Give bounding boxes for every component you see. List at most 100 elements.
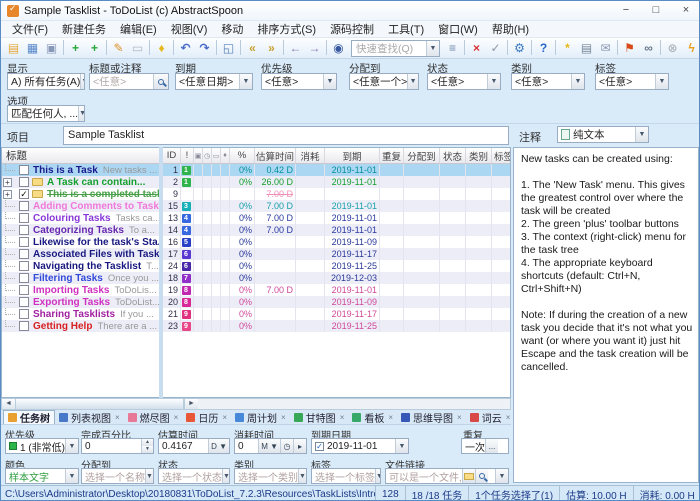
- tab-close-icon[interactable]: ×: [457, 413, 462, 422]
- menu-item-源码控制[interactable]: 源码控制: [323, 20, 381, 38]
- clock-icon[interactable]: ◷: [203, 148, 212, 163]
- spinner[interactable]: ▲▼: [141, 439, 153, 453]
- recurrence-field[interactable]: 一次...: [461, 438, 509, 454]
- tab-close-icon[interactable]: ×: [222, 413, 227, 422]
- col-assigned[interactable]: 分配到: [404, 148, 440, 163]
- help-icon[interactable]: ?: [534, 40, 553, 57]
- task-tree-row[interactable]: +✓This is a completed taskA...: [2, 188, 159, 200]
- task-grid-row[interactable]: 2390%2019-11-25: [163, 320, 510, 332]
- back-icon[interactable]: ←: [286, 40, 305, 57]
- task-grid-row[interactable]: 1440%7.00 D2019-11-01: [163, 224, 510, 236]
- maximize-button[interactable]: □: [641, 1, 671, 20]
- reminder-icon[interactable]: ♦: [152, 40, 171, 57]
- redo-icon[interactable]: ↷: [195, 40, 214, 57]
- col-category[interactable]: 类别: [466, 148, 492, 163]
- menu-item-文件(F)[interactable]: 文件(F): [5, 20, 55, 38]
- task-tree-row[interactable]: Importing TasksToDoLis...: [2, 284, 159, 296]
- task-checkbox[interactable]: [19, 165, 29, 175]
- bell-icon[interactable]: ♦: [221, 148, 230, 163]
- col-spent[interactable]: 消耗: [296, 148, 325, 163]
- filter-title-input[interactable]: <任意>: [89, 73, 169, 90]
- edit-task-icon[interactable]: ✎: [109, 40, 128, 57]
- col-estimate[interactable]: 估算时间: [255, 148, 296, 163]
- task-tree-row[interactable]: Filtering TasksOnce you ...: [2, 272, 159, 284]
- analyze-icon[interactable]: ≡: [443, 40, 462, 57]
- task-grid-row[interactable]: 210%26.00 D2019-11-01: [163, 176, 510, 188]
- tab-close-icon[interactable]: ×: [115, 413, 120, 422]
- menu-item-帮助(H)[interactable]: 帮助(H): [485, 20, 536, 38]
- scroll-right-icon[interactable]: ►: [184, 399, 198, 409]
- tab-日历[interactable]: 日历×: [182, 410, 231, 424]
- color-field[interactable]: 样本文字▼: [5, 468, 79, 484]
- menu-item-窗口(W)[interactable]: 窗口(W): [431, 20, 485, 38]
- task-grid-row[interactable]: 1650%2019-11-09: [163, 236, 510, 248]
- col-priority[interactable]: !: [181, 148, 194, 163]
- tab-燃尽图[interactable]: 燃尽图×: [124, 410, 183, 424]
- prev-tasklist-icon[interactable]: «: [243, 40, 262, 57]
- tag-field[interactable]: 选择一个标签▼: [311, 468, 381, 484]
- priority-field[interactable]: 1 (非常低)▼: [5, 438, 79, 454]
- checkbox-checked-icon[interactable]: ✓: [315, 442, 324, 451]
- save-all-icon[interactable]: ▣: [42, 40, 61, 57]
- task-checkbox[interactable]: [19, 237, 29, 247]
- task-grid-row[interactable]: 1530%7.00 D2019-11-01: [163, 200, 510, 212]
- status-field[interactable]: 选择一个状态▼: [158, 468, 230, 484]
- tab-周计划[interactable]: 周计划×: [231, 410, 290, 424]
- filter-tag-combo[interactable]: <任意>▼: [595, 73, 669, 90]
- tab-任务树[interactable]: 任务树: [3, 410, 55, 424]
- task-tree-row[interactable]: Adding Comments to Tasks: [2, 200, 159, 212]
- filter-show-combo[interactable]: A) 所有任务(A)▼: [7, 73, 85, 90]
- task-tree-row[interactable]: Navigating the TasklistT...: [2, 260, 159, 272]
- menu-item-排序方式(S)[interactable]: 排序方式(S): [250, 20, 323, 38]
- task-tree-row[interactable]: Likewise for the task's Sta...: [2, 236, 159, 248]
- task-grid-row[interactable]: 1980%7.00 D2019-11-01: [163, 284, 510, 296]
- task-tree-row[interactable]: Associated Files with Tasks: [2, 248, 159, 260]
- tab-看板[interactable]: 看板×: [348, 410, 397, 424]
- menu-item-编辑(E)[interactable]: 编辑(E): [113, 20, 164, 38]
- col-id[interactable]: ID: [163, 148, 181, 163]
- next-tasklist-icon[interactable]: »: [262, 40, 281, 57]
- tab-思维导图[interactable]: 思维导图×: [397, 410, 466, 424]
- estimate-field[interactable]: 0.4167D ▼: [158, 438, 230, 454]
- open-tasklist-icon[interactable]: ▤: [4, 40, 23, 57]
- scroll-left-icon[interactable]: ◄: [2, 399, 16, 409]
- print-icon[interactable]: ▤: [577, 40, 596, 57]
- link-icon[interactable]: ∞: [639, 40, 658, 57]
- spellcheck-icon[interactable]: ✓: [486, 40, 505, 57]
- filter-priority-combo[interactable]: <任意>▼: [261, 73, 337, 90]
- task-grid-row[interactable]: 1870%2019-12-03: [163, 272, 510, 284]
- task-grid-row[interactable]: 1760%2019-11-17: [163, 248, 510, 260]
- menu-item-移动[interactable]: 移动: [214, 20, 250, 38]
- task-checkbox[interactable]: [19, 297, 29, 307]
- task-checkbox[interactable]: [19, 177, 29, 187]
- menu-item-工具(T)[interactable]: 工具(T): [381, 20, 431, 38]
- col-percent[interactable]: %: [230, 148, 255, 163]
- filelink-field[interactable]: 可以是一个文件,▼: [385, 468, 509, 484]
- task-checkbox[interactable]: ✓: [19, 189, 29, 199]
- save-tasklist-icon[interactable]: ▦: [23, 40, 42, 57]
- edit-color-icon[interactable]: ▭: [128, 40, 147, 57]
- horizontal-scrollbar[interactable]: ◄ ►: [1, 398, 511, 410]
- task-grid-row[interactable]: 2080%2019-11-09: [163, 296, 510, 308]
- col-tag[interactable]: 标签: [492, 148, 511, 163]
- expander-icon[interactable]: +: [3, 178, 12, 187]
- task-checkbox[interactable]: [19, 321, 29, 331]
- col-due[interactable]: 到期: [325, 148, 380, 163]
- ellipsis-button[interactable]: ...: [485, 439, 498, 453]
- percent-field[interactable]: 0▲▼: [81, 438, 154, 454]
- new-features-icon[interactable]: *: [558, 40, 577, 57]
- task-checkbox[interactable]: [19, 285, 29, 295]
- task-grid-row[interactable]: 1340%7.00 D2019-11-01: [163, 212, 510, 224]
- search-icon[interactable]: [475, 469, 488, 483]
- task-checkbox[interactable]: [19, 201, 29, 211]
- task-grid-row[interactable]: 2190%2019-11-17: [163, 308, 510, 320]
- tab-甘特图[interactable]: 甘特图×: [290, 410, 349, 424]
- new-task-icon[interactable]: +: [66, 40, 85, 57]
- task-tree-row[interactable]: Getting HelpThere are a ...: [2, 320, 159, 332]
- lightning-icon[interactable]: ϟ: [682, 40, 700, 57]
- donate-icon[interactable]: ⚑: [620, 40, 639, 57]
- task-tree-row[interactable]: Exporting TasksToDoList...: [2, 296, 159, 308]
- chevron-down-icon[interactable]: ▼: [426, 41, 439, 56]
- comments-format-combo[interactable]: 纯文本▼: [557, 126, 649, 143]
- close-button[interactable]: ×: [671, 1, 700, 20]
